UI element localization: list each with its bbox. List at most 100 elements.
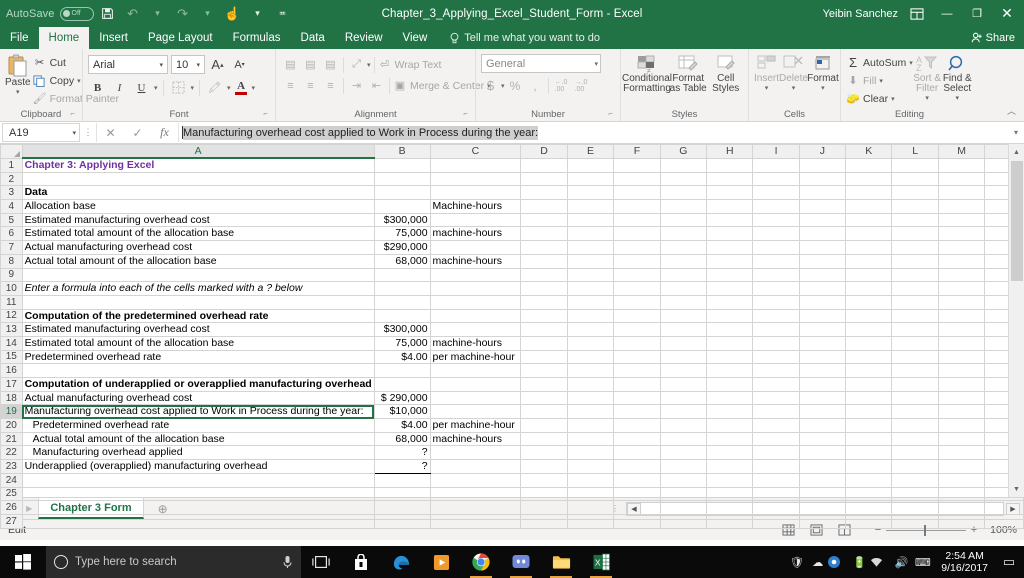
- cell-l7[interactable]: [891, 240, 939, 255]
- cell-h9[interactable]: [706, 267, 754, 283]
- cell-g4[interactable]: [659, 199, 708, 214]
- cell-i16[interactable]: [752, 363, 800, 378]
- cell-m12[interactable]: [937, 308, 986, 324]
- cell-c7[interactable]: [429, 240, 522, 255]
- cell-a12[interactable]: Computation of the predetermined overhea…: [21, 308, 375, 324]
- borders-dropdown-icon[interactable]: ▾: [191, 84, 195, 92]
- cell-b7[interactable]: $290,000: [373, 240, 431, 255]
- increase-decimal-icon[interactable]: ←.0.00: [552, 76, 571, 95]
- cell-b13[interactable]: $300,000: [373, 322, 431, 337]
- cell-e20[interactable]: [566, 418, 615, 433]
- cell-l8[interactable]: [891, 253, 939, 269]
- cell-a15[interactable]: Predetermined overhead rate: [21, 349, 375, 365]
- cell-f8[interactable]: [613, 253, 661, 269]
- cell-k13[interactable]: [845, 322, 893, 337]
- cell-c2[interactable]: [429, 171, 522, 187]
- font-dialog-launcher[interactable]: ⌐: [263, 107, 268, 120]
- ribbon-display-options-icon[interactable]: [910, 7, 924, 20]
- cell-j1[interactable]: [798, 157, 847, 173]
- cell-e26[interactable]: [566, 500, 615, 515]
- row-header-15[interactable]: 15: [0, 349, 23, 365]
- cell-e25[interactable]: [566, 486, 615, 502]
- align-left-icon[interactable]: ≡: [281, 76, 300, 95]
- cell-d5[interactable]: [520, 212, 568, 228]
- cell-b14[interactable]: 75,000: [373, 335, 431, 351]
- cell-l21[interactable]: [891, 431, 939, 447]
- cell-b5[interactable]: $300,000: [373, 212, 431, 228]
- store-icon[interactable]: [341, 546, 381, 578]
- row-header-24[interactable]: 24: [0, 472, 23, 488]
- cell-l24[interactable]: [891, 472, 939, 488]
- formula-input[interactable]: Manufacturing overhead cost applied to W…: [178, 123, 1008, 142]
- movies-tv-icon[interactable]: [421, 546, 461, 578]
- cell-d23[interactable]: [520, 459, 568, 474]
- cell-e19[interactable]: [566, 404, 615, 420]
- column-header-h[interactable]: H: [706, 144, 754, 159]
- cell-f17[interactable]: [613, 377, 661, 392]
- taskbar-clock[interactable]: 2:54 AM 9/16/2017: [933, 550, 996, 574]
- cell-h8[interactable]: [706, 253, 754, 269]
- row-header-6[interactable]: 6: [0, 226, 23, 242]
- cell-k4[interactable]: [845, 199, 893, 214]
- cell-g8[interactable]: [659, 253, 708, 269]
- cell-g14[interactable]: [659, 335, 708, 351]
- cell-c14[interactable]: machine-hours: [429, 335, 522, 351]
- format-cells-button[interactable]: Format ▾: [807, 52, 839, 92]
- row-header-23[interactable]: 23: [0, 459, 23, 474]
- redo-icon[interactable]: ↷: [172, 3, 194, 25]
- cell-g5[interactable]: [659, 212, 708, 228]
- cell-e6[interactable]: [566, 226, 615, 242]
- cell-i1[interactable]: [752, 157, 800, 173]
- cell-c21[interactable]: machine-hours: [429, 431, 522, 447]
- cell-h15[interactable]: [706, 349, 754, 365]
- cell-k6[interactable]: [845, 226, 893, 242]
- cell-c6[interactable]: machine-hours: [429, 226, 522, 242]
- cell-c13[interactable]: [429, 322, 522, 337]
- cell-f26[interactable]: [613, 500, 661, 515]
- align-center-icon[interactable]: ≡: [301, 76, 320, 95]
- cell-k11[interactable]: [845, 294, 893, 310]
- column-header-g[interactable]: G: [659, 144, 708, 159]
- orientation-dropdown-icon[interactable]: ▾: [367, 61, 371, 69]
- tab-formulas[interactable]: Formulas: [223, 27, 291, 49]
- decrease-indent-icon[interactable]: ⇥: [347, 76, 366, 95]
- cell-f15[interactable]: [613, 349, 661, 365]
- cell-l27[interactable]: [891, 513, 939, 529]
- user-account-name[interactable]: Yeibin Sanchez: [823, 8, 898, 20]
- cell-f24[interactable]: [613, 472, 661, 488]
- cell-a7[interactable]: Actual manufacturing overhead cost: [21, 240, 375, 255]
- cell-m15[interactable]: [937, 349, 986, 365]
- cell-i24[interactable]: [752, 472, 800, 488]
- delete-cells-button[interactable]: Delete ▾: [779, 52, 808, 92]
- cell-i2[interactable]: [752, 171, 800, 187]
- row-header-7[interactable]: 7: [0, 240, 23, 255]
- cell-k7[interactable]: [845, 240, 893, 255]
- cell-d20[interactable]: [520, 418, 568, 433]
- cell-g27[interactable]: [659, 513, 708, 529]
- cell-e9[interactable]: [566, 267, 615, 283]
- orientation-icon[interactable]: ⤢: [347, 55, 366, 74]
- cell-l5[interactable]: [891, 212, 939, 228]
- cell-k17[interactable]: [845, 377, 893, 392]
- cell-d6[interactable]: [520, 226, 568, 242]
- cell-h17[interactable]: [706, 377, 754, 392]
- cell-m25[interactable]: [937, 486, 986, 502]
- cell-m5[interactable]: [937, 212, 986, 228]
- tab-insert[interactable]: Insert: [89, 27, 138, 49]
- cell-d27[interactable]: [520, 513, 568, 529]
- font-color-dropdown-icon[interactable]: ▾: [252, 84, 256, 92]
- cell-i7[interactable]: [752, 240, 800, 255]
- paste-dropdown-icon[interactable]: ▾: [16, 88, 20, 96]
- underline-button[interactable]: U: [132, 78, 151, 97]
- cell-l6[interactable]: [891, 226, 939, 242]
- cell-b26[interactable]: [373, 500, 431, 515]
- cell-g19[interactable]: [659, 404, 708, 420]
- cell-j22[interactable]: [798, 445, 847, 461]
- cell-g2[interactable]: [659, 171, 708, 187]
- cell-b2[interactable]: [373, 171, 431, 187]
- fill-button[interactable]: ⬇ Fill ▾: [846, 72, 913, 89]
- cell-a13[interactable]: Estimated manufacturing overhead cost: [21, 322, 375, 337]
- tab-file[interactable]: File: [0, 27, 39, 49]
- cell-m19[interactable]: [937, 404, 986, 420]
- cell-i10[interactable]: [752, 281, 800, 296]
